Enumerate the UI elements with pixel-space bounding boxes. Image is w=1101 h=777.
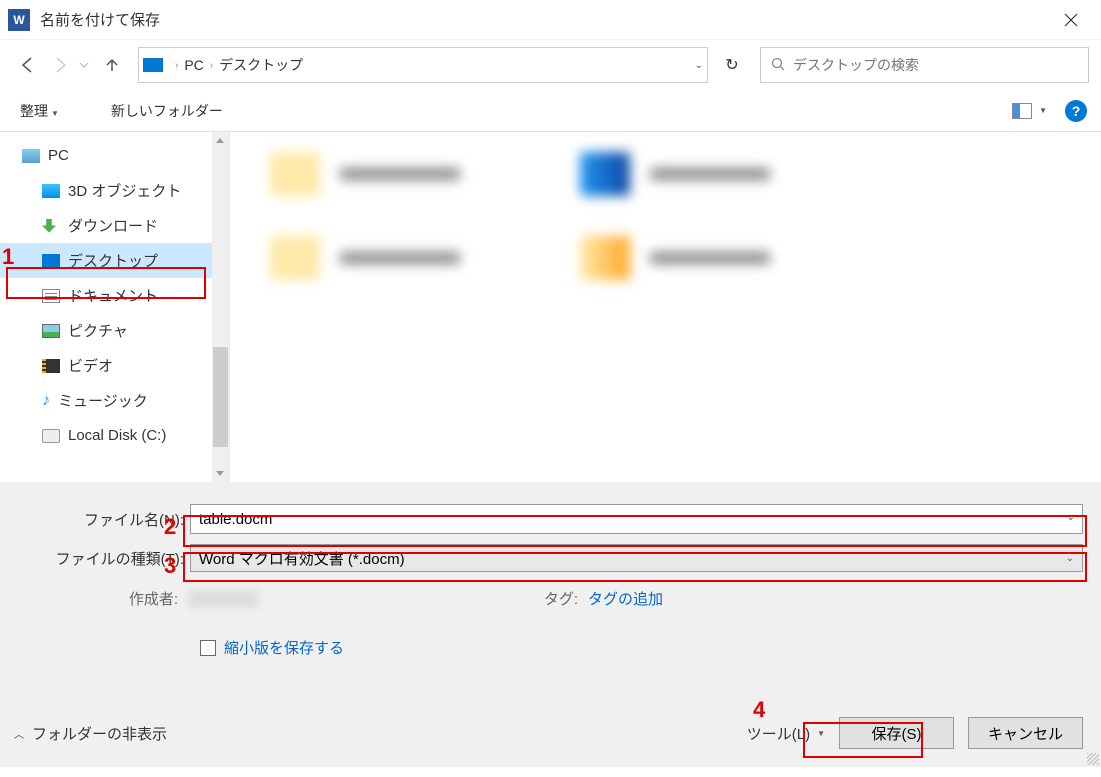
sidebar-item-label: ダウンロード [68,215,158,236]
author-label: 作成者: [18,588,188,609]
sidebar-item-label: ドキュメント [68,285,158,306]
sidebar: PC 3D オブジェクト ダウンロード デスクトップ ドキュメント ピクチャ ビ… [0,132,230,482]
refresh-button[interactable]: ↻ [712,47,752,83]
chevron-down-icon[interactable]: ⌄ [695,60,703,71]
back-button[interactable] [12,49,44,81]
organize-label: 整理 [20,103,48,119]
search-box[interactable] [760,47,1089,83]
search-icon [771,57,785,74]
filename-input[interactable] [190,504,1083,534]
tag-add-link[interactable]: タグの追加 [588,588,663,609]
chevron-down-icon: ▼ [817,729,825,738]
video-icon [42,359,60,373]
sidebar-item-label: ピクチャ [68,320,128,341]
thumbnail-label[interactable]: 縮小版を保存する [224,637,344,658]
sidebar-item-label: デスクトップ [68,250,158,271]
file-list[interactable] [230,132,1101,482]
thumbnail-checkbox[interactable] [200,640,216,656]
sidebar-item-pc[interactable]: PC [0,138,229,173]
sidebar-item-label: Local Disk (C:) [68,427,166,444]
sidebar-item-label: 3D オブジェクト [68,180,181,201]
toolbar: 整理▼ 新しいフォルダー ▼ ? [0,90,1101,132]
disk-icon [42,429,60,443]
recent-dropdown[interactable] [76,49,92,81]
cancel-label: キャンセル [988,723,1063,744]
sidebar-scrollbar[interactable] [212,132,229,482]
help-button[interactable]: ? [1065,100,1087,122]
sidebar-item-desktop[interactable]: デスクトップ [0,243,229,278]
view-button[interactable]: ▼ [1012,103,1047,119]
new-folder-button[interactable]: 新しいフォルダー [105,97,229,125]
tag-label: タグ: [544,588,578,609]
sidebar-item-label: ミュージック [58,390,148,411]
tools-label: ツール(L) [747,723,810,744]
sidebar-item-3d[interactable]: 3D オブジェクト [0,173,229,208]
chevron-down-icon[interactable]: ⌄ [1067,512,1075,523]
annotation-num-2: 2 [164,514,176,540]
organize-button[interactable]: 整理▼ [14,97,65,125]
sidebar-item-documents[interactable]: ドキュメント [0,278,229,313]
forward-button[interactable] [44,49,76,81]
chevron-up-icon: ︿ [14,726,24,741]
chevron-right-icon: › [210,60,213,71]
sidebar-item-music[interactable]: ♪ ミュージック [0,383,229,418]
tools-button[interactable]: ツール(L) ▼ [747,723,825,744]
chevron-right-icon: › [175,60,178,71]
sidebar-item-localdisk[interactable]: Local Disk (C:) [0,418,229,453]
cube-icon [42,184,60,198]
nav-bar: › PC › デスクトップ ⌄ ↻ [0,40,1101,90]
save-button[interactable]: 保存(S) [839,717,954,749]
filetype-select[interactable]: Word マクロ有効文書 (*.docm) ⌄ [190,544,1083,572]
breadcrumb-desktop[interactable]: デスクトップ [219,55,303,75]
breadcrumb[interactable]: › PC › デスクトップ ⌄ [138,47,708,83]
sidebar-item-downloads[interactable]: ダウンロード [0,208,229,243]
close-button[interactable] [1048,5,1093,35]
author-value[interactable] [188,590,258,608]
title-bar: W 名前を付けて保存 [0,0,1101,40]
annotation-num-1: 1 [2,244,14,270]
sidebar-item-label: ビデオ [68,355,113,376]
breadcrumb-pc[interactable]: PC [184,57,203,73]
resize-handle[interactable] [1087,753,1099,765]
desktop-icon [42,254,60,268]
sidebar-item-videos[interactable]: ビデオ [0,348,229,383]
picture-icon [42,324,60,338]
hide-folders-button[interactable]: ︿ フォルダーの非表示 [14,723,167,744]
sidebar-item-pictures[interactable]: ピクチャ [0,313,229,348]
word-icon: W [8,9,30,31]
up-button[interactable] [96,49,128,81]
document-icon [42,289,60,303]
main-area: PC 3D オブジェクト ダウンロード デスクトップ ドキュメント ピクチャ ビ… [0,132,1101,482]
view-icon [1012,103,1032,119]
sidebar-item-label: PC [48,147,69,164]
search-input[interactable] [793,57,1078,73]
music-icon: ♪ [42,392,50,410]
dialog-title: 名前を付けて保存 [40,9,160,30]
pc-icon [22,149,40,163]
desktop-icon [143,58,163,72]
cancel-button[interactable]: キャンセル [968,717,1083,749]
save-label: 保存(S) [872,723,922,744]
hide-folders-label: フォルダーの非表示 [32,723,167,744]
annotation-num-3: 3 [164,553,176,579]
download-icon [42,219,60,233]
filetype-value: Word マクロ有効文書 (*.docm) [199,548,405,569]
chevron-down-icon: ⌄ [1066,553,1074,564]
annotation-num-4: 4 [753,697,765,723]
